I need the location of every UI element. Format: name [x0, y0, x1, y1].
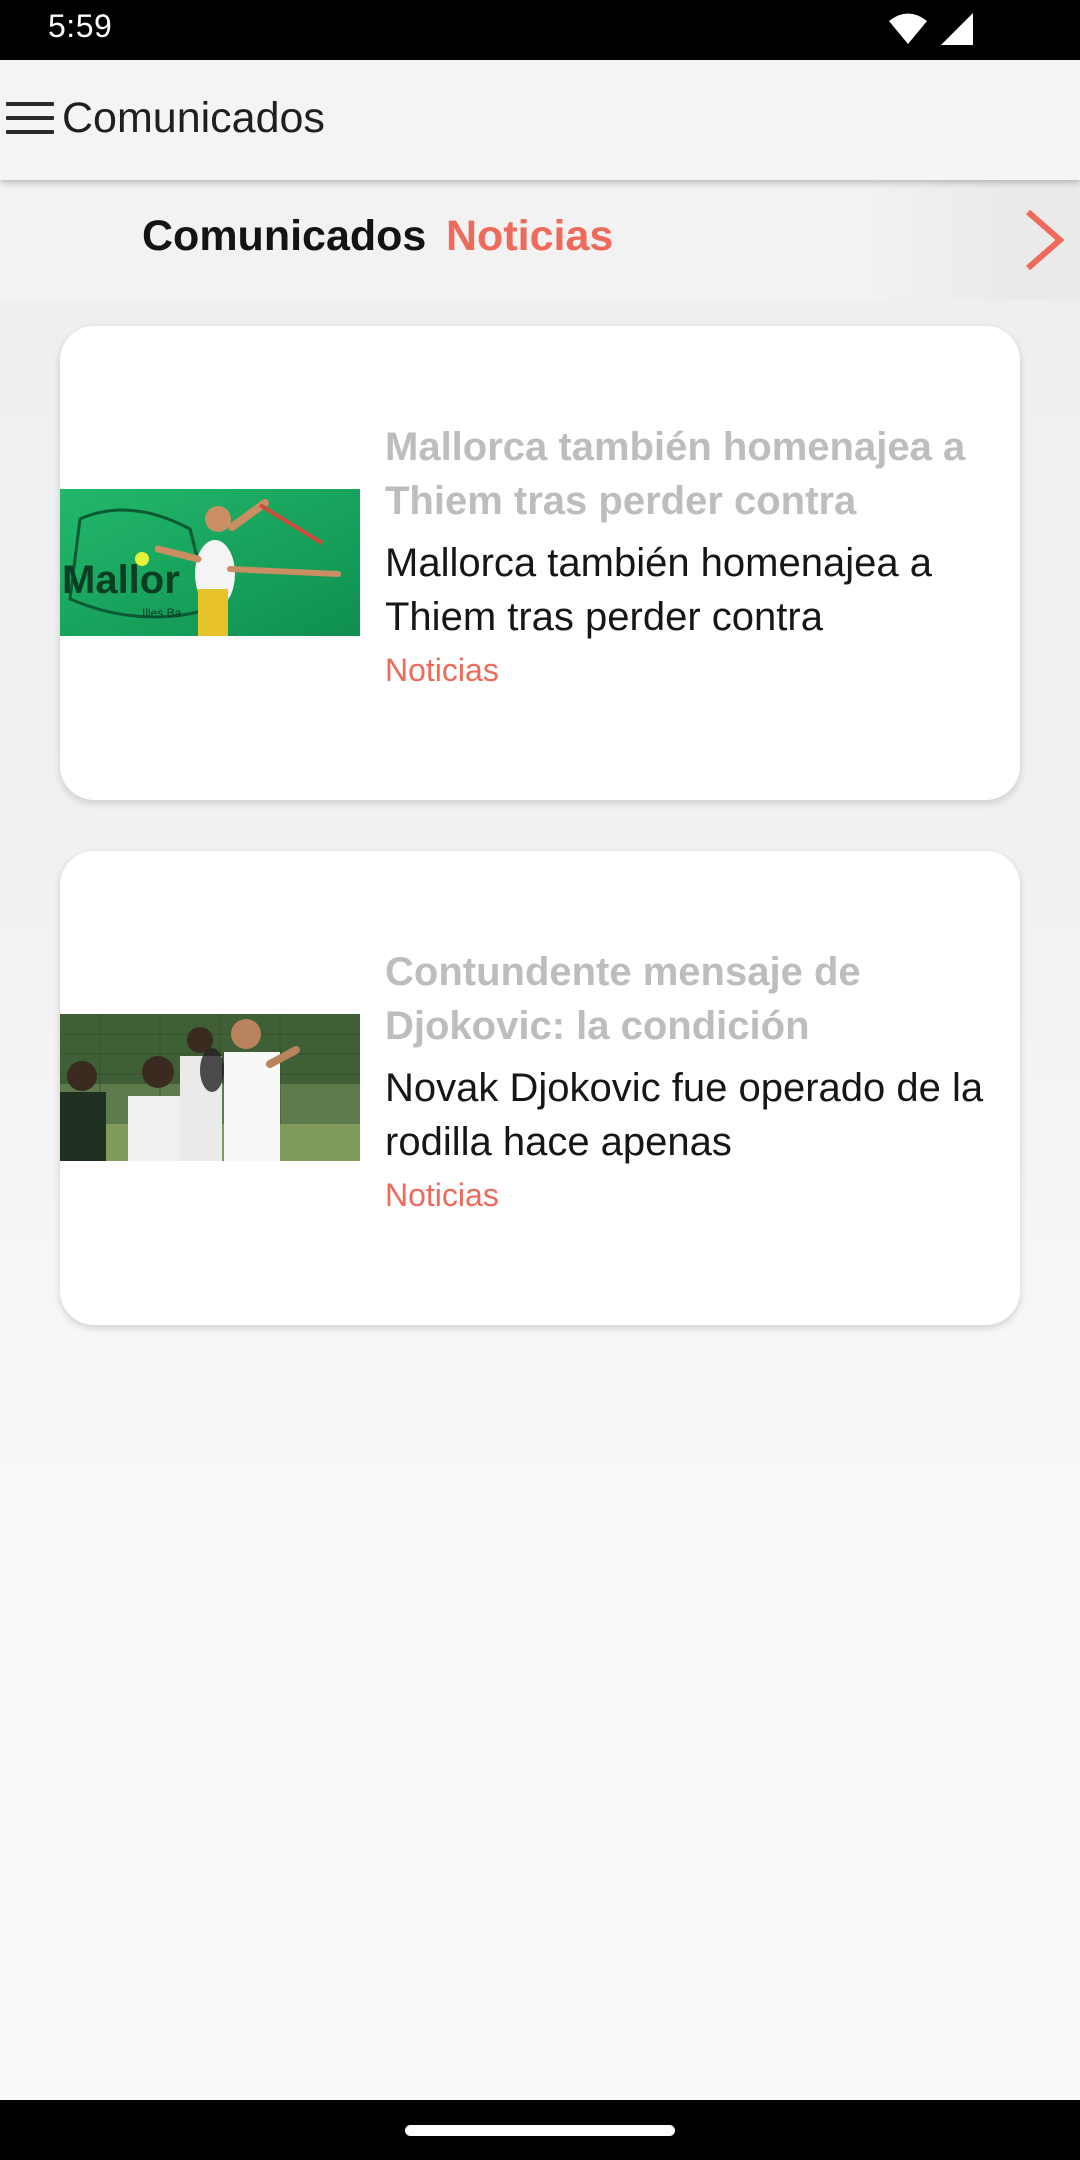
news-summary: Novak Djokovic fue operado de la rodilla… — [385, 1066, 984, 1164]
svg-text:Illes Ba: Illes Ba — [142, 606, 182, 620]
cell-signal-icon — [941, 13, 973, 45]
status-bar: 5:59 — [0, 0, 1080, 60]
tab-comunicados[interactable]: Comunicados — [142, 212, 426, 261]
svg-text:Mallor: Mallor — [62, 558, 180, 602]
app-title: Comunicados — [62, 94, 325, 142]
home-gesture-handle[interactable] — [405, 2125, 675, 2136]
status-time: 5:59 — [48, 8, 113, 44]
news-card-text: Contundente mensaje de Djokovic: la cond… — [385, 945, 1005, 1219]
wifi-icon — [889, 13, 927, 44]
news-card-text: Mallorca también homenajea a Thiem tras … — [385, 420, 1005, 694]
news-category: Noticias — [385, 1177, 499, 1213]
status-icons — [888, 12, 974, 46]
news-card[interactable]: Mallor Illes Ba Mallorca también homenaj… — [60, 326, 1020, 800]
chevron-right-icon[interactable] — [1022, 208, 1066, 272]
news-title: Mallorca también homenajea a Thiem tras … — [385, 425, 966, 523]
djokovic-training-photo — [60, 1014, 360, 1161]
news-summary: Mallorca también homenajea a Thiem tras … — [385, 541, 932, 639]
news-category: Noticias — [385, 652, 499, 688]
news-card[interactable]: Contundente mensaje de Djokovic: la cond… — [60, 851, 1020, 1325]
news-thumbnail: Mallor Illes Ba — [60, 489, 360, 636]
news-thumbnail — [60, 1014, 360, 1161]
system-nav-bar — [0, 2100, 1080, 2160]
hamburger-menu-icon[interactable] — [6, 98, 54, 142]
app-bar: Comunicados — [0, 60, 1080, 180]
category-tabs: Comunicados Noticias — [0, 180, 1080, 300]
news-title: Contundente mensaje de Djokovic: la cond… — [385, 950, 861, 1048]
tennis-player-mallorca-photo: Mallor Illes Ba — [60, 489, 360, 636]
tab-noticias[interactable]: Noticias — [446, 212, 613, 261]
